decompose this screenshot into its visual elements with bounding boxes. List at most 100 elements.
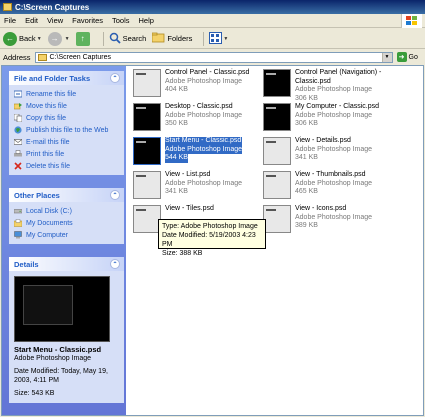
file-thumbnail [263,171,291,199]
file-thumbnail [263,137,291,165]
my-documents-link[interactable]: My Documents [14,217,120,229]
globe-icon [14,126,22,134]
file-thumbnail [133,171,161,199]
toolbar: ← Back ▼ → ▼ ↑ Search Folders ▼ [0,29,425,49]
collapse-chevron-icon[interactable]: ⌃ [110,73,120,83]
printer-icon [14,150,22,157]
file-tile-selected[interactable]: Start Menu - Classic.psd Adobe Photoshop … [133,137,273,171]
panel-header[interactable]: Details ⌃ [9,257,124,271]
file-thumbnail [133,137,161,165]
panel-header[interactable]: File and Folder Tasks ⌃ [9,71,124,85]
views-button[interactable]: ▼ [209,31,229,46]
window-title: C:\Screen Captures [15,2,90,12]
preview-start-menu-image [23,285,73,325]
address-bar: Address C:\Screen Captures ▼ ➜ Go [0,50,425,64]
email-icon [14,139,22,145]
menu-favorites[interactable]: Favorites [72,16,103,25]
menu-view[interactable]: View [47,16,63,25]
details-date-modified: Date Modified: Today, May 19, [14,368,108,375]
computer-icon [14,231,22,239]
print-file-link[interactable]: Print this file [14,148,120,160]
search-icon [109,32,121,46]
details-panel: Details ⌃ Start Menu - Classic.psd Adobe… [9,257,124,403]
file-thumbnail [263,103,291,131]
chevron-down-icon: ▼ [223,35,229,42]
email-file-link[interactable]: E-mail this file [14,136,120,148]
forward-button[interactable]: → ▼ [47,31,70,46]
drive-icon [14,209,22,214]
file-tile[interactable]: View - Icons.psd Adobe Photoshop Image 389… [263,205,403,239]
collapse-chevron-icon[interactable]: ⌃ [110,259,120,269]
copy-file-link[interactable]: Copy this file [14,112,120,124]
address-label: Address [3,52,31,62]
search-button[interactable]: Search [109,32,146,46]
delete-file-link[interactable]: Delete this file [14,160,120,172]
back-button[interactable]: ← Back ▼ [3,31,42,46]
file-thumbnail [133,69,161,97]
file-tile[interactable]: My Computer - Classic.psd Adobe Photoshop… [263,103,403,137]
file-tile[interactable]: View - Details.psd Adobe Photoshop Image 3… [263,137,403,171]
file-thumbnail [133,205,161,233]
file-info-tooltip: Type: Adobe Photoshop Image Date Modifie… [158,219,266,257]
folder-icon [3,3,12,11]
file-thumbnail [133,103,161,131]
go-button[interactable]: ➜ Go [396,52,418,62]
details-size: Size: 543 KB [14,390,55,397]
folders-icon [151,32,165,45]
copy-icon [14,114,22,122]
chevron-down-icon: ▼ [36,35,42,42]
toolbar-separator [102,31,104,46]
tooltip-size: Size: 388 KB [162,250,203,257]
up-folder-icon: ↑ [75,31,90,46]
address-dropdown-button[interactable]: ▼ [381,52,392,62]
file-tile[interactable]: View - Thumbnails.psd Adobe Photoshop Ima… [263,171,403,205]
details-file-type: Adobe Photoshop Image [14,355,92,362]
task-pane: File and Folder Tasks ⌃ Rename this file… [2,66,126,415]
folder-icon [37,53,47,61]
file-tile[interactable]: Control Panel (Navigation) - Classic.psd A… [263,69,403,103]
menu-tools[interactable]: Tools [112,16,130,25]
up-folder-button[interactable]: ↑ [75,31,92,46]
tooltip-date-modified: Date Modified: 5/19/2003 4:23 PM [162,232,256,248]
panel-header[interactable]: Other Places ⌃ [9,188,124,202]
address-input[interactable]: C:\Screen Captures ▼ [34,51,393,63]
menu-edit[interactable]: Edit [25,16,38,25]
windows-logo-icon [401,14,422,28]
chevron-down-icon: ▼ [64,35,70,42]
file-thumbnail [263,69,291,97]
menu-file[interactable]: File [4,16,16,25]
address-value: C:\Screen Captures [49,53,111,61]
menu-help[interactable]: Help [139,16,154,25]
file-tile[interactable]: Desktop - Classic.psd Adobe Photoshop Ima… [133,103,273,137]
panel-body: Start Menu - Classic.psd Adobe Photoshop… [9,271,124,403]
documents-folder-icon [14,219,22,227]
panel-body: Rename this file Move this file Copy thi… [9,85,124,175]
toolbar-separator [203,31,205,46]
delete-x-icon [14,162,22,170]
rename-icon [14,90,22,98]
views-icon [209,31,223,46]
back-arrow-icon: ← [3,31,17,46]
details-file-name: Start Menu - Classic.psd [14,345,102,354]
file-preview-thumbnail [14,276,110,342]
rename-file-link[interactable]: Rename this file [14,88,120,100]
details-date-modified-cont: 2003, 4:11 PM [14,377,60,384]
folders-button[interactable]: Folders [151,32,192,45]
forward-arrow-icon: → [47,31,62,46]
title-bar: C:\Screen Captures [0,0,425,14]
tooltip-type: Type: Adobe Photoshop Image [162,223,258,230]
panel-body: Local Disk (C:) My Documents My Computer [9,202,124,244]
go-arrow-icon: ➜ [396,52,407,62]
move-file-link[interactable]: Move this file [14,100,120,112]
other-places-panel: Other Places ⌃ Local Disk (C:) My Docume… [9,188,124,244]
my-computer-link[interactable]: My Computer [14,229,120,241]
menu-bar: File Edit View Favorites Tools Help [0,14,425,28]
publish-web-link[interactable]: Publish this file to the Web [14,124,120,136]
local-disk-link[interactable]: Local Disk (C:) [14,205,120,217]
collapse-chevron-icon[interactable]: ⌃ [110,190,120,200]
file-folder-tasks-panel: File and Folder Tasks ⌃ Rename this file… [9,71,124,175]
file-thumbnail [263,205,291,233]
file-tile[interactable]: View - List.psd Adobe Photoshop Image 341 … [133,171,273,205]
move-icon [14,103,22,110]
file-tile[interactable]: Control Panel - Classic.psd Adobe Photosh… [133,69,273,103]
